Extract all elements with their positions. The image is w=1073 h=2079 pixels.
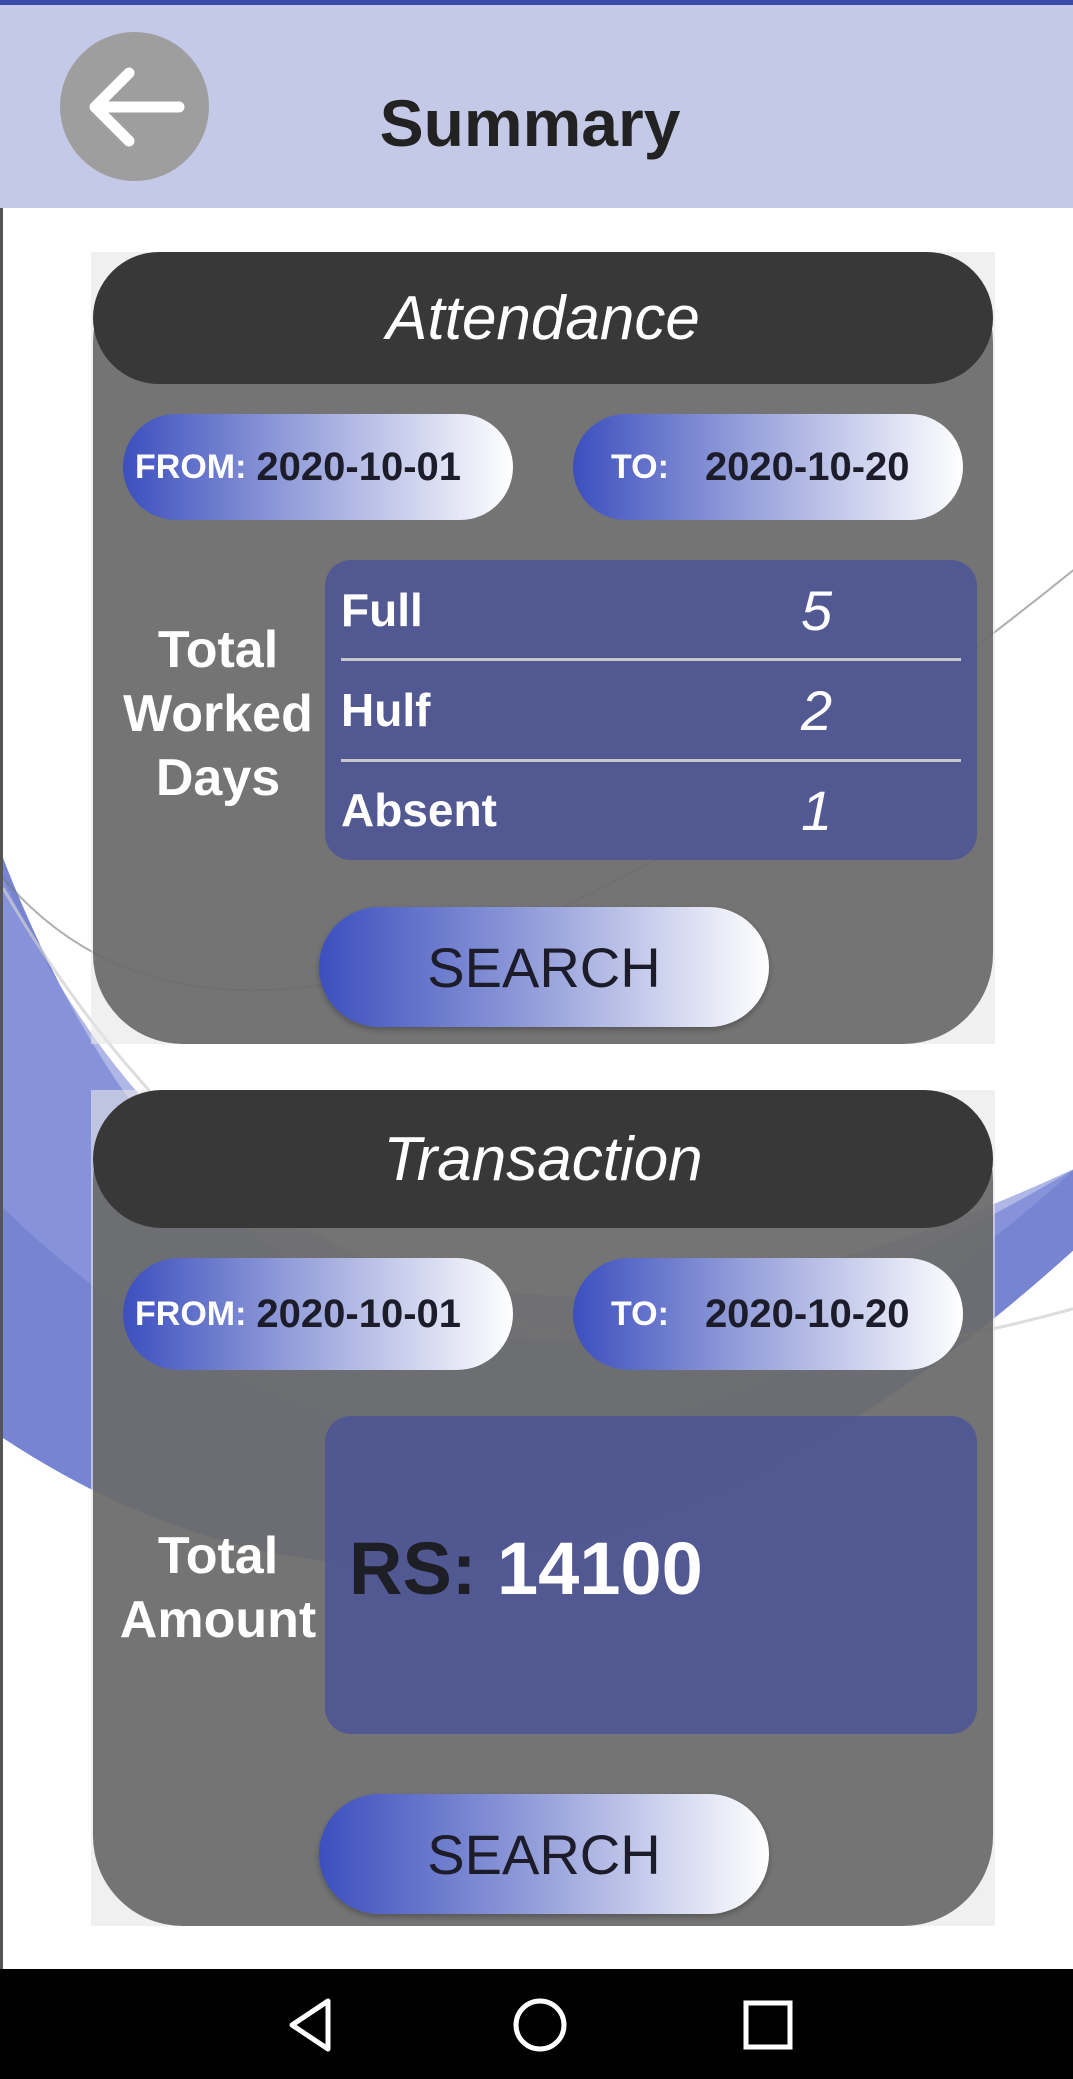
attendance-title: Attendance xyxy=(93,252,993,384)
transaction-search-button[interactable]: SEARCH xyxy=(319,1794,769,1914)
to-value: 2020-10-20 xyxy=(704,1291,910,1336)
worked-days-box: Full 5 Hulf 2 Absent 1 xyxy=(325,560,977,860)
transaction-from-date[interactable]: FROM: 2020-10-01 xyxy=(123,1258,513,1370)
to-label: TO: xyxy=(611,1294,669,1333)
worked-days-row-absent: Absent 1 xyxy=(341,760,961,860)
nav-recents-icon xyxy=(743,2000,793,2050)
attendance-search-button[interactable]: SEARCH xyxy=(319,907,769,1027)
total-amount-value: RS: 14100 xyxy=(349,1526,703,1611)
row-name: Full xyxy=(341,584,423,636)
row-name: Absent xyxy=(341,784,497,836)
attendance-to-date[interactable]: TO: 2020-10-20 xyxy=(573,414,963,520)
transaction-card: Transaction FROM: 2020-10-01 TO: 2020-10… xyxy=(93,1090,993,1926)
amount-value: 14100 xyxy=(497,1527,703,1610)
to-label: TO: xyxy=(611,447,669,486)
row-value: 1 xyxy=(801,778,833,842)
app-header: Summary xyxy=(0,5,1073,208)
attendance-from-date[interactable]: FROM: 2020-10-01 xyxy=(123,414,513,520)
from-label: FROM: xyxy=(135,1294,247,1333)
worked-days-row-half: Hulf 2 xyxy=(341,660,961,760)
currency-label: RS: xyxy=(349,1527,477,1610)
nav-back-button[interactable] xyxy=(276,1991,344,2059)
row-name: Hulf xyxy=(341,684,431,736)
total-amount-label: Total Amount xyxy=(119,1527,317,1649)
nav-recents-button[interactable] xyxy=(734,1991,802,2059)
back-button[interactable] xyxy=(60,32,209,181)
worked-days-row-full: Full 5 xyxy=(341,560,961,660)
nav-back-icon xyxy=(289,1998,331,2052)
main-content: Attendance FROM: 2020-10-01 TO: 2020-10-… xyxy=(0,208,1073,1969)
from-value: 2020-10-01 xyxy=(256,1291,462,1336)
transaction-title: Transaction xyxy=(93,1090,993,1228)
from-label: FROM: xyxy=(135,447,247,486)
to-value: 2020-10-20 xyxy=(704,444,910,489)
row-value: 2 xyxy=(801,678,833,742)
total-worked-days-label: Total Worked Days xyxy=(123,621,313,807)
attendance-card: Attendance FROM: 2020-10-01 TO: 2020-10-… xyxy=(93,252,993,1044)
transaction-to-date[interactable]: TO: 2020-10-20 xyxy=(573,1258,963,1370)
arrow-left-icon xyxy=(89,67,184,146)
nav-home-button[interactable] xyxy=(506,1991,574,2059)
nav-home-icon xyxy=(513,1998,567,2052)
android-nav-bar xyxy=(0,1969,1073,2079)
total-amount-box: RS: 14100 xyxy=(325,1416,977,1734)
page-title: Summary xyxy=(379,86,681,160)
from-value: 2020-10-01 xyxy=(256,444,462,489)
row-value: 5 xyxy=(801,578,833,642)
